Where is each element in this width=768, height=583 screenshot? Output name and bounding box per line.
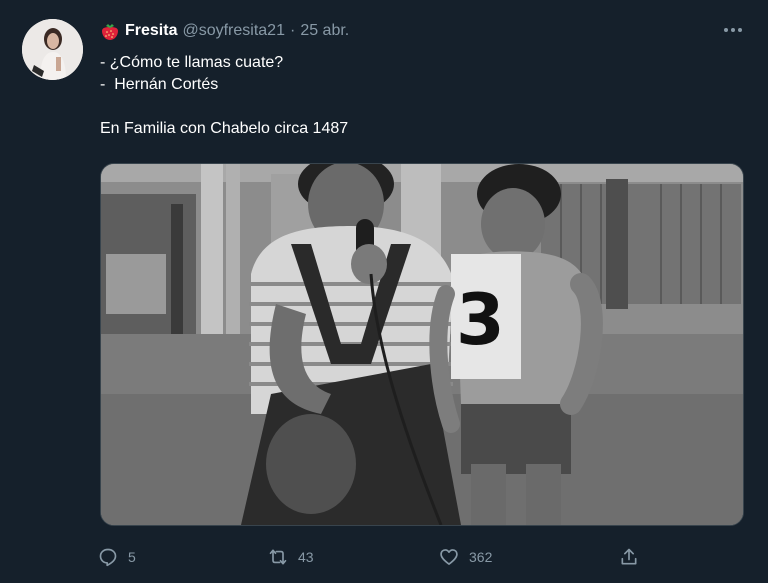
more-options-icon[interactable] <box>720 22 746 38</box>
strawberry-icon <box>102 24 118 40</box>
like-count: 362 <box>469 549 493 565</box>
tweet-header: Fresita @soyfresita21 · 25 abr. <box>100 20 349 42</box>
tweet-text-line: - Hernán Cortés <box>100 76 219 93</box>
retweet-button[interactable]: 43 <box>268 540 314 574</box>
photo-image: 3 <box>101 164 743 525</box>
tweet-text-line: En Familia con Chabelo circa 1487 <box>100 120 349 137</box>
tweet-text-line: - ¿Cómo te llamas cuate? <box>100 54 284 71</box>
tweet-actions: 5 43 362 <box>0 540 768 574</box>
like-button[interactable]: 362 <box>439 540 492 574</box>
tweet-date[interactable]: 25 abr. <box>300 22 349 40</box>
author-handle[interactable]: @soyfresita21 <box>182 22 285 40</box>
retweet-count: 43 <box>298 549 314 565</box>
tweet-text-line <box>100 96 740 118</box>
avatar[interactable] <box>22 19 83 80</box>
retweet-icon <box>269 549 287 565</box>
tweet-text: - ¿Cómo te llamas cuate? - Hernán Cortés… <box>100 52 740 140</box>
heart-icon <box>440 549 458 565</box>
header-separator: · <box>289 22 296 39</box>
share-button[interactable] <box>619 540 639 574</box>
share-icon <box>621 548 637 565</box>
bib-number: 3 <box>456 279 505 361</box>
avatar-image <box>22 19 83 80</box>
reply-icon <box>99 548 117 567</box>
tweet[interactable]: Fresita @soyfresita21 · 25 abr. - ¿Cómo … <box>0 0 768 583</box>
author-name[interactable]: Fresita <box>125 22 177 40</box>
tweet-photo[interactable]: 3 <box>100 163 744 526</box>
reply-button[interactable]: 5 <box>98 540 136 574</box>
reply-count: 5 <box>128 549 136 565</box>
